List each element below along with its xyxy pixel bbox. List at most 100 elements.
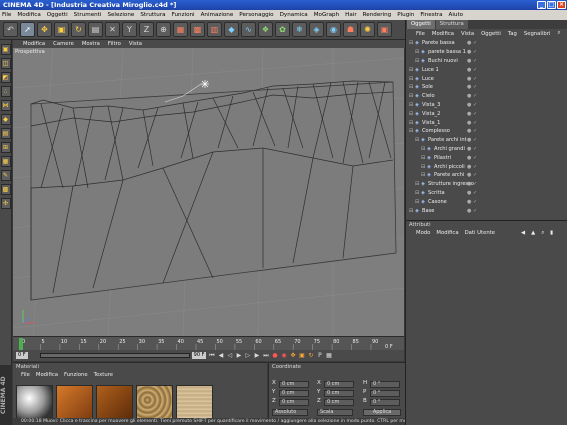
visibility-flags[interactable]: ● ✓ bbox=[467, 190, 477, 196]
object-row[interactable]: ⊟ ◈ Complesso ● ✓ bbox=[406, 127, 567, 136]
viewport-menu-modifica[interactable]: Modifica bbox=[23, 40, 45, 48]
select-icon[interactable]: ➚ bbox=[20, 22, 35, 37]
coord-value-field[interactable]: 0 cm bbox=[324, 390, 354, 397]
expand-icon[interactable]: ⊟ bbox=[421, 164, 425, 170]
expand-icon[interactable]: ⊟ bbox=[409, 76, 413, 82]
visibility-flags[interactable]: ● ✓ bbox=[467, 67, 477, 73]
object-row[interactable]: ⊟ ◈ Vista_2 ● ✓ bbox=[406, 109, 567, 118]
menu-finestra[interactable]: Finestra bbox=[420, 12, 442, 18]
spline-icon[interactable]: ∿ bbox=[241, 22, 256, 37]
recent-tool-icon[interactable]: ▤ bbox=[88, 22, 103, 37]
attribute-menu-dati-utente[interactable]: Dati Utente bbox=[465, 230, 495, 236]
scale-icon[interactable]: ▣ bbox=[54, 22, 69, 37]
menu-mograph[interactable]: MoGraph bbox=[314, 12, 339, 18]
expand-icon[interactable]: ⊟ bbox=[421, 172, 425, 178]
expand-icon[interactable]: ⊟ bbox=[421, 146, 425, 152]
key-param-icon[interactable]: P bbox=[316, 352, 323, 359]
object-row[interactable]: ⊟ ◈ Casone ● ✓ bbox=[406, 197, 567, 206]
expand-icon[interactable]: ⊟ bbox=[409, 40, 413, 46]
checker-icon[interactable]: ▩ bbox=[0, 184, 11, 195]
coord-value-field[interactable]: 0 ° bbox=[370, 399, 400, 406]
layout-icon[interactable]: ▣ bbox=[377, 22, 392, 37]
expand-icon[interactable]: ⊟ bbox=[421, 155, 425, 161]
coord-value-field[interactable]: 0 ° bbox=[370, 381, 400, 388]
object-menu-modifica[interactable]: Modifica bbox=[432, 31, 454, 37]
environment-icon[interactable]: ◉ bbox=[326, 22, 341, 37]
visibility-flags[interactable]: ● ✓ bbox=[467, 128, 477, 134]
coord-value-field[interactable]: 0 cm bbox=[324, 399, 354, 406]
next-frame-icon[interactable]: ▷ bbox=[244, 352, 251, 359]
search-icon[interactable]: ⌕ bbox=[541, 230, 544, 236]
visibility-flags[interactable]: ● ✓ bbox=[467, 155, 477, 161]
coord-value-field[interactable]: 0 cm bbox=[279, 381, 309, 388]
viewport-menu-vista[interactable]: Vista bbox=[129, 40, 142, 48]
back-arrow-icon[interactable]: ◀ bbox=[521, 230, 525, 236]
menu-hair[interactable]: Hair bbox=[345, 12, 357, 18]
auto-key-icon[interactable]: ◉ bbox=[280, 352, 287, 359]
object-row[interactable]: ⊟ ◈ Parete bassa ● ✓ bbox=[406, 39, 567, 48]
expand-icon[interactable]: ⊟ bbox=[409, 111, 413, 117]
menu-rendering[interactable]: Rendering bbox=[363, 12, 392, 18]
coord-system-icon[interactable]: ⊕ bbox=[156, 22, 171, 37]
array-icon[interactable]: ✿ bbox=[275, 22, 290, 37]
coord-size-select[interactable]: Scala bbox=[317, 409, 353, 416]
coord-mode-select[interactable]: Assoluto bbox=[272, 409, 308, 416]
y-axis-icon[interactable]: Y bbox=[122, 22, 137, 37]
minimize-button[interactable]: _ bbox=[537, 1, 546, 9]
sculpt-icon[interactable]: ✣ bbox=[0, 198, 11, 209]
up-arrow-icon[interactable]: ▲ bbox=[531, 230, 535, 236]
frame-range-slider[interactable] bbox=[39, 353, 190, 358]
viewport-menu-filtro[interactable]: Filtro bbox=[108, 40, 121, 48]
object-row[interactable]: ⊟ ◈ Strutture ingresso ● ✓ bbox=[406, 180, 567, 189]
visibility-flags[interactable]: ● ✓ bbox=[467, 208, 477, 214]
expand-icon[interactable]: ⊟ bbox=[409, 128, 413, 134]
object-row[interactable]: ⊟ ◈ Vista_1 ● ✓ bbox=[406, 118, 567, 127]
key-rotation-icon[interactable]: ↻ bbox=[307, 352, 314, 359]
expand-icon[interactable]: ⊟ bbox=[409, 84, 413, 90]
expand-icon[interactable]: ⊟ bbox=[409, 67, 413, 73]
light-icon[interactable]: ✺ bbox=[360, 22, 375, 37]
menu-oggetti[interactable]: Oggetti bbox=[47, 12, 68, 18]
object-row[interactable]: ⊟ ◈ Base ● ✓ bbox=[406, 206, 567, 215]
expand-icon[interactable]: ⊟ bbox=[409, 93, 413, 99]
coord-value-field[interactable]: 0 ° bbox=[370, 390, 400, 397]
menu-struttura[interactable]: Struttura bbox=[140, 12, 165, 18]
viewport-menu-camere[interactable]: Camere bbox=[53, 40, 74, 48]
object-row[interactable]: ⊟ ◈ Buchi nuovi ● ✓ bbox=[406, 57, 567, 66]
expand-icon[interactable]: ⊟ bbox=[415, 137, 419, 143]
tab-struttura[interactable]: Struttura bbox=[435, 20, 468, 29]
expand-icon[interactable]: ⊟ bbox=[409, 120, 413, 126]
object-row[interactable]: ⊟ ◈ Cielo ● ✓ bbox=[406, 92, 567, 101]
object-row[interactable]: ⊟ ◈ Archi piccoli ● ✓ bbox=[406, 162, 567, 171]
apply-button[interactable]: Applica bbox=[363, 409, 401, 416]
visibility-flags[interactable]: ● ✓ bbox=[467, 111, 477, 117]
nurbs-icon[interactable]: ❖ bbox=[258, 22, 273, 37]
object-row[interactable]: ⊟ ◈ Archi grandi ● ✓ bbox=[406, 145, 567, 154]
object-row[interactable]: ⊟ ◈ parete bassa 1 ● ✓ bbox=[406, 48, 567, 57]
object-row[interactable]: ⊟ ◈ Luce ● ✓ bbox=[406, 74, 567, 83]
object-mode-icon[interactable]: ◫ bbox=[0, 58, 11, 69]
expand-icon[interactable]: ⊟ bbox=[415, 49, 419, 55]
snap-icon[interactable]: ⊞ bbox=[0, 142, 11, 153]
render-picture-icon[interactable]: ▩ bbox=[190, 22, 205, 37]
visibility-flags[interactable]: ● ✓ bbox=[467, 49, 477, 55]
visibility-flags[interactable]: ● ✓ bbox=[467, 181, 477, 187]
material-menu-funzione[interactable]: Funzione bbox=[64, 372, 88, 378]
rotate-icon[interactable]: ↻ bbox=[71, 22, 86, 37]
object-menu-file[interactable]: File bbox=[416, 31, 425, 37]
object-row[interactable]: ⊟ ◈ Pilastri ● ✓ bbox=[406, 153, 567, 162]
visibility-flags[interactable]: ● ✓ bbox=[467, 58, 477, 64]
timeline[interactable]: 0 5 10 15 20 25 30 35 40 45 50 55 60 65 70 75 80 85 90 0 F bbox=[13, 336, 404, 351]
menu-aiuto[interactable]: Aiuto bbox=[449, 12, 464, 18]
next-key-icon[interactable]: ▶ bbox=[253, 352, 260, 359]
key-pla-icon[interactable]: ▦ bbox=[325, 352, 332, 359]
material-swatch-stone[interactable] bbox=[136, 385, 173, 422]
model-mode-icon[interactable]: ▣ bbox=[0, 44, 11, 55]
go-to-start-icon[interactable]: ⏮ bbox=[208, 352, 215, 359]
menu-selezione[interactable]: Selezione bbox=[107, 12, 134, 18]
material-swatch-orange[interactable] bbox=[56, 385, 93, 422]
object-row[interactable]: ⊟ ◈ Parete archi ● ✓ bbox=[406, 171, 567, 180]
key-position-icon[interactable]: ✥ bbox=[289, 352, 296, 359]
object-menu-oggetti[interactable]: Oggetti bbox=[481, 31, 501, 37]
menu-strumenti[interactable]: Strumenti bbox=[74, 12, 102, 18]
